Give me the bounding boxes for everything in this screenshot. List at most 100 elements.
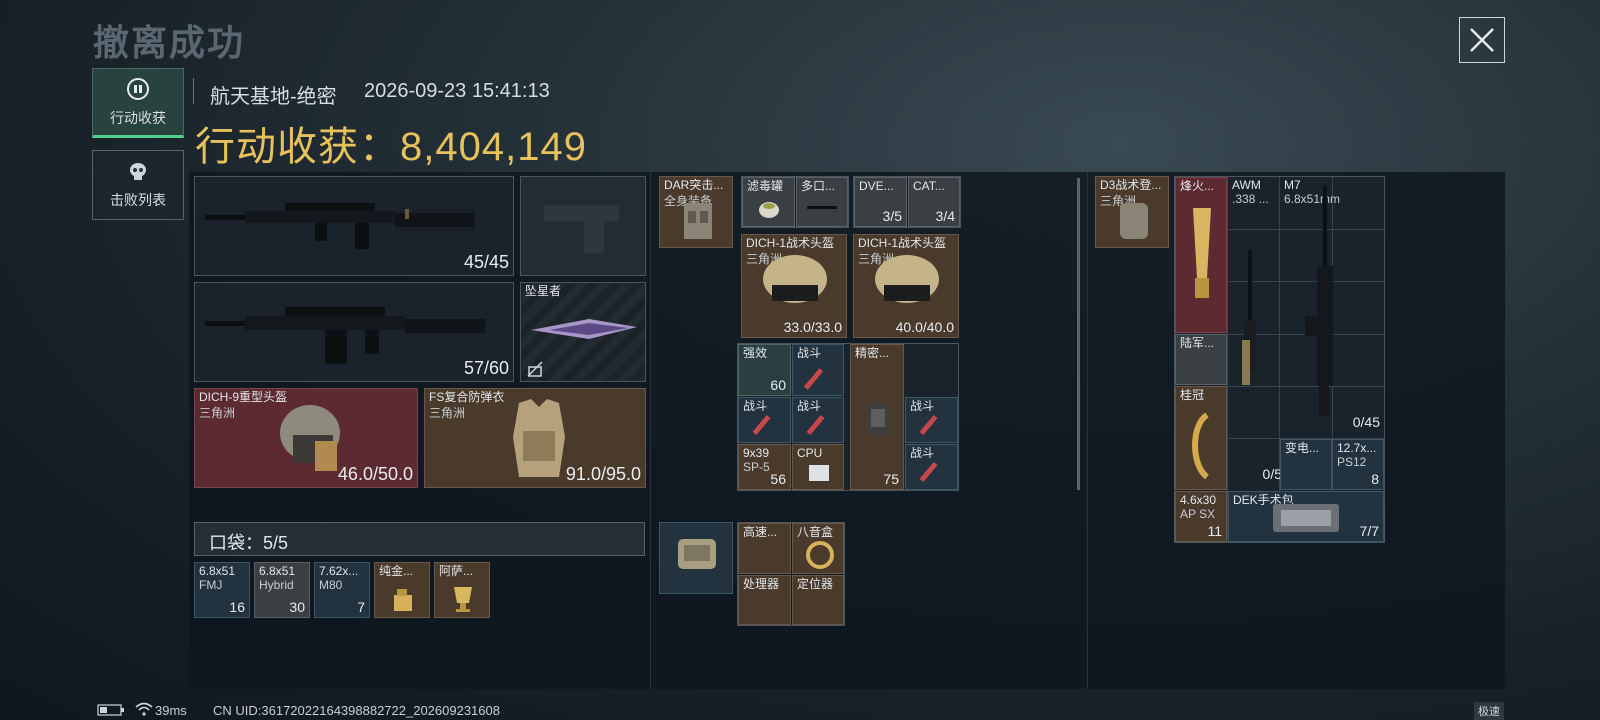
scrollbar[interactable] [1077, 178, 1080, 490]
rig-item-label: 战斗 [797, 399, 822, 413]
primary-ammo: 45/45 [463, 252, 509, 272]
rig-item-label: 战斗 [797, 346, 822, 360]
tab-harvest[interactable]: 行动收获 [92, 68, 184, 138]
backpack-item-qty: 8 [1371, 471, 1379, 487]
armor-slot[interactable]: FS复合防弹衣 三角洲 91.0/95.0 [424, 388, 646, 488]
chest-rig-icon [684, 203, 712, 239]
pocket-item[interactable]: 阿萨... [434, 562, 490, 618]
pouch-icon [678, 539, 716, 569]
pouch-item-label: 高速... [743, 525, 778, 539]
backpack-item-label: 桂冠 [1180, 388, 1205, 402]
backpack-item-laurel[interactable]: 桂冠 [1175, 386, 1227, 490]
rig-item-combat[interactable]: 战斗 [738, 397, 791, 443]
rig-item-combat[interactable]: 战斗 [792, 344, 844, 396]
cpu-chip-icon [809, 465, 829, 481]
close-icon [1470, 28, 1494, 52]
pouch-item[interactable]: 八音盒 [792, 523, 844, 574]
rig-item-count: 3/5 [882, 208, 902, 224]
tab-defeated-label: 击败列表 [110, 192, 166, 208]
secondary-weapon-slot[interactable]: 57/60 [194, 282, 514, 382]
rig-item-dve[interactable]: DVE... 3/5 [854, 177, 907, 227]
rig-item-count: 3/4 [935, 208, 955, 224]
pocket-item[interactable]: 7.62x... M80 7 [314, 562, 370, 618]
rig-item-qty: 56 [770, 471, 786, 487]
helmet-slot[interactable]: DICH-9重型头盔 三角洲 46.0/50.0 [194, 388, 418, 488]
pocket-item-name: 6.8x51 [259, 564, 296, 578]
backpack-item-fire[interactable]: 烽火... [1175, 177, 1227, 333]
rig-item-cat[interactable]: CAT... 3/4 [908, 177, 960, 227]
medkit-case-icon [1273, 504, 1339, 532]
rig-item-label: CPU [797, 446, 823, 460]
pouch-item[interactable]: 处理器 [738, 575, 791, 625]
golden-laurel-icon [1192, 412, 1210, 480]
close-button[interactable] [1459, 17, 1505, 63]
pouch-item[interactable]: 定位器 [792, 575, 844, 625]
rig-item-combat[interactable]: 战斗 [792, 397, 844, 443]
pocket-item-name: 纯金... [379, 564, 414, 578]
backpack-item-dek[interactable]: DEK手术包 7/7 [1228, 491, 1384, 542]
skull-icon [130, 163, 146, 180]
rig-item-ammo939[interactable]: 9x39 SP-5 56 [738, 444, 791, 490]
melee-name: 坠星者 [525, 284, 562, 298]
pistol-silhouette-icon [544, 205, 619, 253]
pocket-item-qty: 30 [289, 599, 305, 615]
backpack-item-count: 7/7 [1359, 523, 1379, 539]
chest-rig-slot[interactable]: DAR突击... 全身装备 [659, 176, 733, 248]
backpack-item-ammo127[interactable]: 12.7x... PS12 8 [1332, 439, 1384, 490]
rig-item-helmet[interactable]: DICH-1战术头盔 三角洲 33.0/33.0 [741, 234, 847, 338]
rig-item-label: CAT... [913, 179, 945, 193]
primary-weapon-slot[interactable]: 45/45 [194, 176, 514, 276]
backpack-item-label: 4.6x30 [1180, 493, 1217, 507]
rig-item-durability: 33.0/33.0 [783, 319, 842, 335]
helmet-icon [763, 255, 827, 303]
backpack-item-ammo46[interactable]: 4.6x30 AP SX 11 [1175, 491, 1227, 542]
sniper-rifle-icon [1242, 250, 1256, 385]
syringe-icon [803, 368, 824, 390]
backpack-item-sub: .338 ... [1232, 192, 1269, 206]
pocket-item[interactable]: 6.8x51 Hybrid 30 [254, 562, 310, 618]
rig-item-precision[interactable]: 精密... 75 [850, 344, 904, 490]
pouch-slot[interactable] [659, 522, 733, 594]
tab-defeated-list[interactable]: 击败列表 [92, 150, 184, 220]
rig-item-cpu[interactable]: CPU [792, 444, 844, 490]
page-title: 撤离成功 [93, 22, 246, 63]
pouch-item-label: 定位器 [797, 577, 834, 591]
rig-item-filter[interactable]: 滤毒罐 [742, 177, 795, 227]
armor-faction: 三角洲 [429, 406, 466, 420]
uid-text: CN UID:36172022164398882722_202609231608 [213, 703, 500, 718]
backpack-slot[interactable]: D3战术登... 三角洲 [1095, 176, 1169, 248]
backpack-item-transformer[interactable]: 变电... [1280, 439, 1332, 490]
rig-item-multi[interactable]: 多口... [796, 177, 848, 227]
tab-harvest-label: 行动收获 [110, 110, 166, 126]
backpack-item-awm[interactable]: AWM .338 ... [1228, 177, 1280, 207]
rig-item-helmet[interactable]: DICH-1战术头盔 三角洲 40.0/40.0 [853, 234, 959, 338]
ping-value: 39ms [155, 703, 187, 718]
filter-canister-icon [759, 202, 779, 218]
armor-vest-icon [513, 399, 565, 477]
rig-item-combat[interactable]: 战斗 [905, 397, 958, 443]
torch-trophy-icon [1193, 208, 1211, 298]
helmet-icon [875, 255, 939, 303]
pocket-item-sub: Hybrid [259, 578, 294, 592]
header-divider [193, 78, 194, 104]
backpack-name: D3战术登... [1100, 178, 1162, 192]
syringe-icon [919, 414, 938, 436]
backpack-item-army[interactable]: 陆军... [1175, 334, 1227, 385]
melee-slot[interactable]: 坠星者 [520, 282, 646, 382]
pouch-item[interactable]: 高速... [738, 523, 791, 574]
cable-icon [807, 206, 837, 209]
pocket-item-qty: 16 [229, 599, 245, 615]
pocket-item[interactable]: 6.8x51 FMJ 16 [194, 562, 250, 618]
harvest-total: 行动收获：8,404,149 [195, 114, 587, 172]
pocket-item[interactable]: 纯金... [374, 562, 430, 618]
sidearm-slot[interactable] [520, 176, 646, 276]
rig-item-durability: 40.0/40.0 [895, 319, 954, 335]
rig-item-combat[interactable]: 战斗 [905, 444, 958, 490]
rig-item-strong[interactable]: 强效 60 [738, 344, 791, 396]
harvest-value: 8,404,149 [400, 125, 587, 169]
backpack-item-sub: PS12 [1337, 455, 1367, 469]
rig-item-label: DICH-1战术头盔 [746, 236, 835, 250]
knife-icon [531, 319, 637, 339]
rig-item-label: 9x39 [743, 446, 770, 460]
lock-off-icon [527, 361, 543, 377]
